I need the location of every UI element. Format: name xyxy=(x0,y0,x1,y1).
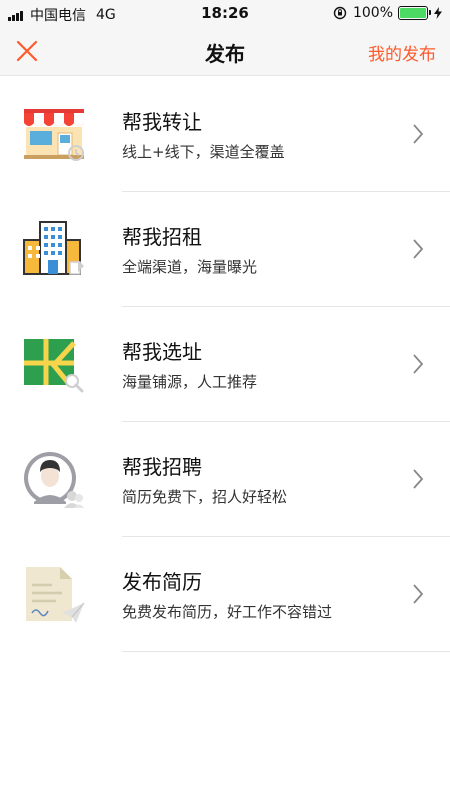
item-subtitle: 线上+线下，渠道全覆盖 xyxy=(122,143,285,161)
status-bar: 中国电信 4G 18:26 100% xyxy=(0,0,450,26)
resume-send-icon xyxy=(26,567,85,623)
item-subtitle: 全端渠道，海量曝光 xyxy=(122,258,258,276)
item-subtitle: 海量铺源，人工推荐 xyxy=(122,373,258,391)
item-title: 帮我选址 xyxy=(122,340,202,364)
item-subtitle: 简历免费下，招人好轻松 xyxy=(122,488,288,506)
chevron-right-icon xyxy=(413,124,424,144)
status-right: 100% xyxy=(333,5,442,21)
list-item-recruit[interactable]: 帮我招聘 简历免费下，招人好轻松 xyxy=(0,422,450,537)
divider xyxy=(122,651,450,652)
chevron-right-icon xyxy=(413,354,424,374)
map-search-icon xyxy=(24,339,84,393)
item-subtitle: 免费发布简历，好工作不容错过 xyxy=(122,603,333,621)
battery-icon xyxy=(398,6,431,20)
list-item-resume[interactable]: 发布简历 免费发布简历，好工作不容错过 xyxy=(0,537,450,652)
list-item-rent[interactable]: 帮我招租 全端渠道，海量曝光 xyxy=(0,192,450,307)
item-title: 发布简历 xyxy=(122,570,202,594)
building-icon xyxy=(23,221,84,275)
person-avatar-icon xyxy=(24,452,84,508)
chevron-right-icon xyxy=(413,239,424,259)
close-icon[interactable] xyxy=(14,38,40,64)
item-title: 帮我转让 xyxy=(122,110,202,134)
chevron-right-icon xyxy=(413,584,424,604)
battery-percent: 100% xyxy=(352,5,393,21)
nav-bar: 发布 我的发布 xyxy=(0,26,450,76)
chevron-right-icon xyxy=(413,469,424,489)
item-title: 帮我招聘 xyxy=(122,455,202,479)
charging-icon xyxy=(434,7,442,19)
storefront-icon xyxy=(24,109,84,161)
publish-options-list: 帮我转让 线上+线下，渠道全覆盖 帮我招租 全端渠道，海量曝光 帮我选址 海量铺… xyxy=(0,77,450,652)
list-item-location[interactable]: 帮我选址 海量铺源，人工推荐 xyxy=(0,307,450,422)
rotation-lock-icon xyxy=(333,6,347,20)
item-title: 帮我招租 xyxy=(122,225,202,249)
my-posts-button[interactable]: 我的发布 xyxy=(368,40,436,65)
list-item-transfer[interactable]: 帮我转让 线上+线下，渠道全覆盖 xyxy=(0,77,450,192)
